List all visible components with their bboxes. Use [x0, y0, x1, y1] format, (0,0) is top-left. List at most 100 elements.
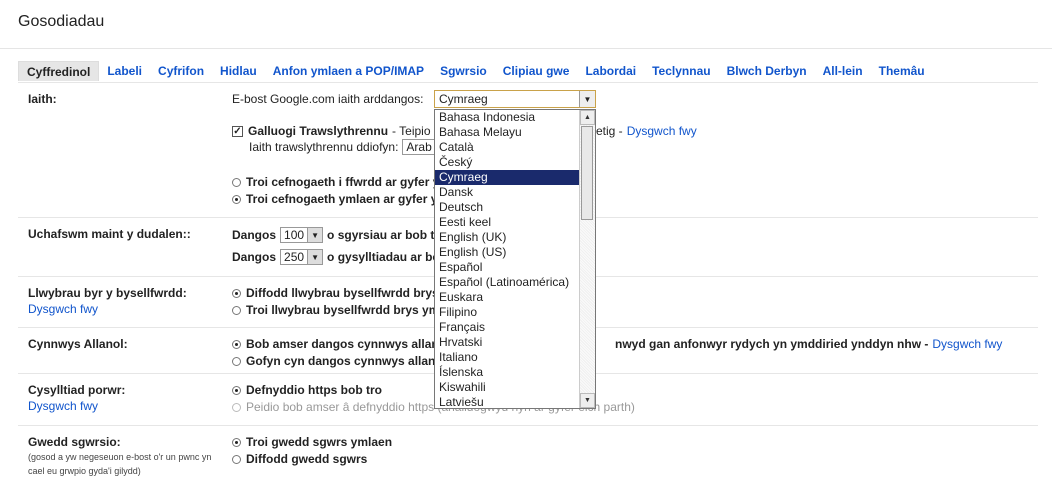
chevron-down-icon: ▼ — [579, 91, 595, 107]
conversation-off-radio[interactable] — [232, 454, 241, 464]
tab-gadgets[interactable]: Teclynnau — [644, 61, 718, 80]
conversation-on-option: Troi gwedd sgwrs ymlaen — [232, 435, 392, 449]
conversation-on-radio[interactable] — [232, 437, 241, 447]
display-language-label: E-bost Google.com iaith arddangos: — [232, 92, 423, 106]
language-option[interactable]: Latviešu — [435, 395, 580, 408]
contacts-select[interactable]: 250 ▼ — [280, 249, 324, 265]
https-always-option: Defnyddio https bob tro — [232, 383, 382, 397]
conversations-text: o sgyrsiau ar bob t — [327, 228, 435, 242]
transliteration-desc: - Teipio — [392, 124, 431, 138]
chevron-down-icon: ▼ — [307, 250, 323, 264]
conversations-select[interactable]: 100 ▼ — [280, 227, 324, 243]
https-always-label: Defnyddio https bob tro — [246, 383, 382, 397]
shortcuts-on-label: Troi llwybrau bysellfwrdd brys ym — [246, 303, 440, 317]
transliteration-option: ✓ Galluogi Trawslythrennu - Teipio — [232, 124, 431, 138]
external-always-radio[interactable] — [232, 339, 241, 349]
language-option[interactable]: Català — [435, 140, 580, 155]
language-option[interactable]: Italiano — [435, 350, 580, 365]
chevron-down-icon: ▼ — [307, 228, 323, 242]
conversation-view-note: (gosod a yw negeseuon e-bost o'r un pwnc… — [28, 452, 212, 476]
conversations-per-page: Dangos 100 ▼ o sgyrsiau ar bob t — [232, 227, 434, 243]
language-options: Bahasa Indonesia Bahasa Melayu Català Český… — [435, 110, 580, 408]
language-option[interactable]: English (UK) — [435, 230, 580, 245]
shortcuts-off-label: Diffodd llwybrau bysellfwrdd brys — [246, 286, 439, 300]
language-option[interactable]: Kiswahili — [435, 380, 580, 395]
tab-inbox[interactable]: Blwch Derbyn — [719, 61, 815, 80]
conversations-value: 100 — [284, 228, 305, 242]
tab-themes[interactable]: Themâu — [871, 61, 933, 80]
shortcuts-off-option: Diffodd llwybrau bysellfwrdd brys — [232, 286, 439, 300]
tab-labs[interactable]: Labordai — [577, 61, 644, 80]
title-divider — [0, 48, 1052, 49]
language-option[interactable]: Cymraeg — [435, 170, 580, 185]
language-option[interactable]: Český — [435, 155, 580, 170]
browser-connection-label: Cysylltiad porwr: — [28, 383, 126, 397]
page-title: Gosodiadau — [18, 13, 105, 30]
shortcuts-label: Llwybrau byr y bysellfwrdd: — [28, 286, 187, 300]
transliteration-checkbox[interactable]: ✓ — [232, 125, 243, 137]
language-option[interactable]: Dansk — [435, 185, 580, 200]
scrollbar-thumb[interactable] — [581, 126, 593, 220]
language-option[interactable]: Eesti keel — [435, 215, 580, 230]
external-ask-radio[interactable] — [232, 356, 241, 366]
transliteration-default: Iaith trawslythrennu ddiofyn: Arab — [249, 139, 440, 155]
tab-chat[interactable]: Sgwrsio — [432, 61, 495, 80]
scroll-down-icon[interactable]: ▼ — [580, 393, 595, 408]
language-option[interactable]: Deutsch — [435, 200, 580, 215]
tab-webclips[interactable]: Clipiau gwe — [495, 61, 578, 80]
display-language-select[interactable]: Cymraeg ▼ — [434, 90, 596, 108]
external-ask-option: Gofyn cyn dangos cynnwys allan — [232, 354, 435, 368]
transliteration-desc-tail: etig - Dysgwch fwy — [596, 124, 697, 138]
language-option[interactable]: Español — [435, 260, 580, 275]
tab-labels[interactable]: Labeli — [99, 61, 150, 80]
scroll-up-icon[interactable]: ▲ — [580, 110, 595, 125]
rtl-off-option: Troi cefnogaeth i ffwrdd ar gyfer y — [232, 175, 439, 189]
display-language-text: E-bost Google.com iaith arddangos: — [232, 92, 424, 106]
transliteration-label: Galluogi Trawslythrennu — [248, 124, 389, 138]
contacts-per-page: Dangos 250 ▼ o gysylltiadau ar bo — [232, 249, 440, 265]
contacts-text: o gysylltiadau ar bo — [327, 250, 440, 264]
tab-general[interactable]: Cyffredinol — [18, 61, 100, 81]
tab-accounts[interactable]: Cyfrifon — [150, 61, 212, 80]
rtl-off-radio[interactable] — [232, 177, 241, 187]
language-option[interactable]: Español (Latinoamérica) — [435, 275, 580, 290]
language-dropdown-list[interactable]: Bahasa Indonesia Bahasa Melayu Català Český… — [434, 109, 596, 409]
language-option[interactable]: Français — [435, 320, 580, 335]
https-not-always-radio — [232, 402, 241, 412]
tab-offline[interactable]: All-lein — [815, 61, 871, 80]
shortcuts-off-radio[interactable] — [232, 288, 241, 298]
language-option[interactable]: Íslenska — [435, 365, 580, 380]
external-learn-more-link[interactable]: Dysgwch fwy — [932, 337, 1002, 351]
transliteration-default-value: Arab — [406, 140, 432, 154]
transliteration-tail-text: etig - — [596, 124, 623, 138]
tab-filters[interactable]: Hidlau — [212, 61, 265, 80]
transliteration-default-select[interactable]: Arab — [402, 139, 436, 155]
external-content-label: Cynnwys Allanol: — [28, 337, 128, 351]
conversation-off-option: Diffodd gwedd sgwrs — [232, 452, 367, 466]
dropdown-scrollbar[interactable]: ▲ ▼ — [579, 110, 595, 408]
shortcuts-learn-more-link[interactable]: Dysgwch fwy — [28, 302, 98, 316]
language-option[interactable]: Bahasa Melayu — [435, 125, 580, 140]
transliteration-learn-more-link[interactable]: Dysgwch fwy — [627, 124, 697, 138]
https-always-radio[interactable] — [232, 385, 241, 395]
language-option[interactable]: Filipino — [435, 305, 580, 320]
external-always-label: Bob amser dangos cynnwys allan — [246, 337, 439, 351]
external-always-tail: nwyd gan anfonwyr rydych yn ymddiried yn… — [615, 337, 1002, 351]
shortcuts-on-radio[interactable] — [232, 305, 241, 315]
conversation-off-label: Diffodd gwedd sgwrs — [246, 452, 368, 466]
rtl-on-radio[interactable] — [232, 194, 241, 204]
show-label: Dangos — [232, 250, 277, 264]
transliteration-default-label: Iaith trawslythrennu ddiofyn: — [249, 140, 399, 154]
language-option[interactable]: Hrvatski — [435, 335, 580, 350]
language-option[interactable]: Bahasa Indonesia — [435, 110, 580, 125]
show-label: Dangos — [232, 228, 277, 242]
language-option[interactable]: English (US) — [435, 245, 580, 260]
language-option[interactable]: Euskara — [435, 290, 580, 305]
tab-forwarding[interactable]: Anfon ymlaen a POP/IMAP — [265, 61, 432, 80]
rtl-off-label: Troi cefnogaeth i ffwrdd ar gyfer y — [246, 175, 440, 189]
external-ask-label: Gofyn cyn dangos cynnwys allan — [246, 354, 436, 368]
conversation-view-label: Gwedd sgwrsio: — [28, 435, 121, 449]
settings-tabs: Cyffredinol Labeli Cyfrifon Hidlau Anfon… — [18, 61, 933, 81]
conversation-on-label: Troi gwedd sgwrs ymlaen — [246, 435, 393, 449]
browser-learn-more-link[interactable]: Dysgwch fwy — [28, 399, 98, 413]
